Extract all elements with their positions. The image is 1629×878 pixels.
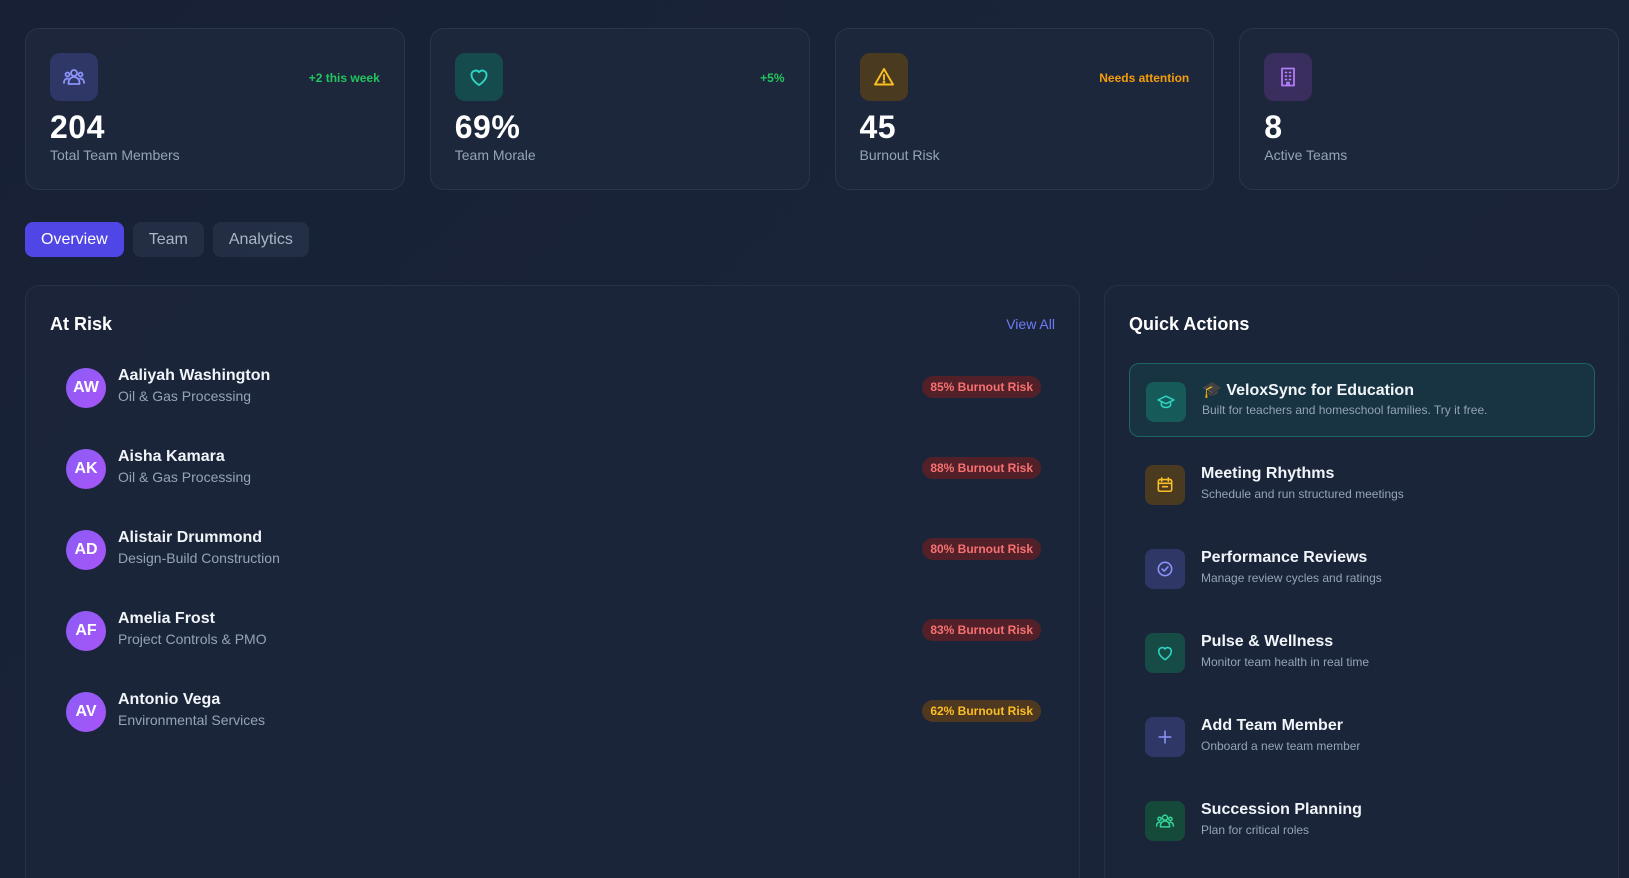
- person-department: Oil & Gas Processing: [118, 388, 252, 404]
- at-risk-panel: At Risk View All AW Aaliyah Washington O…: [25, 285, 1080, 878]
- stat-badge: +2 this week: [308, 71, 380, 85]
- stat-card-burnout-risk: Needs attention 45 Burnout Risk: [834, 28, 1215, 190]
- users-icon: [1145, 801, 1185, 841]
- person-name: Amelia Frost: [118, 610, 215, 627]
- view-all-link[interactable]: View All: [1006, 316, 1055, 332]
- stat-label: Total Team Members: [50, 147, 180, 163]
- at-risk-row[interactable]: AW Aaliyah Washington Oil & Gas Processi…: [66, 358, 1041, 418]
- quick-action-veloxsync-education[interactable]: 🎓 VeloxSync for Education Built for teac…: [1129, 363, 1595, 437]
- action-title: Meeting Rhythms: [1201, 465, 1335, 482]
- stat-card-total-members: +2 this week 204 Total Team Members: [25, 28, 405, 190]
- tab-overview[interactable]: Overview: [25, 222, 124, 257]
- avatar: AF: [66, 611, 106, 651]
- at-risk-row[interactable]: AD Alistair Drummond Design-Build Constr…: [66, 520, 1041, 580]
- building-icon: [1264, 53, 1313, 101]
- check-badge-icon: [1145, 549, 1185, 589]
- warning-icon: [859, 53, 908, 101]
- person-name: Alistair Drummond: [118, 529, 263, 546]
- stat-label: Active Teams: [1264, 147, 1348, 163]
- quick-action-succession-planning[interactable]: Succession Planning Plan for critical ro…: [1129, 783, 1595, 857]
- stat-value: 45: [859, 109, 897, 145]
- at-risk-row[interactable]: AV Antonio Vega Environmental Services 6…: [66, 682, 1041, 742]
- stat-label: Team Morale: [454, 147, 536, 163]
- burnout-risk-badge: 88% Burnout Risk: [922, 457, 1041, 479]
- at-risk-title: At Risk: [50, 314, 113, 334]
- quick-actions-panel: Quick Actions 🎓 VeloxSync for Education …: [1104, 285, 1619, 878]
- quick-action-meeting-rhythms[interactable]: Meeting Rhythms Schedule and run structu…: [1129, 447, 1595, 521]
- stat-label: Burnout Risk: [859, 147, 940, 163]
- avatar: AD: [66, 530, 106, 570]
- action-description: Monitor team health in real time: [1201, 655, 1370, 669]
- burnout-risk-badge: 80% Burnout Risk: [922, 538, 1041, 560]
- action-title: Add Team Member: [1201, 717, 1343, 734]
- avatar: AW: [66, 368, 106, 408]
- tab-bar: Overview Team Analytics: [25, 222, 309, 257]
- action-description: Manage review cycles and ratings: [1201, 571, 1382, 585]
- quick-action-performance-reviews[interactable]: Performance Reviews Manage review cycles…: [1129, 531, 1595, 605]
- stat-value: 204: [50, 109, 105, 145]
- users-icon: [50, 53, 98, 101]
- person-department: Design-Build Construction: [118, 550, 280, 566]
- at-risk-row[interactable]: AK Aisha Kamara Oil & Gas Processing 88%…: [66, 439, 1041, 499]
- burnout-risk-badge: 83% Burnout Risk: [922, 619, 1041, 641]
- at-risk-row[interactable]: AF Amelia Frost Project Controls & PMO 8…: [66, 601, 1041, 661]
- burnout-risk-badge: 62% Burnout Risk: [922, 700, 1041, 722]
- heart-icon: [454, 53, 503, 101]
- avatar: AK: [66, 449, 106, 489]
- action-description: Plan for critical roles: [1201, 823, 1310, 837]
- action-description: Onboard a new team member: [1201, 739, 1361, 753]
- quick-action-pulse-wellness[interactable]: Pulse & Wellness Monitor team health in …: [1129, 615, 1595, 689]
- action-title: 🎓 VeloxSync for Education: [1202, 382, 1414, 399]
- action-description: Schedule and run structured meetings: [1201, 487, 1404, 501]
- tab-team[interactable]: Team: [132, 222, 204, 257]
- quick-actions-title: Quick Actions: [1129, 314, 1250, 334]
- tab-analytics[interactable]: Analytics: [212, 222, 309, 257]
- action-title: Succession Planning: [1201, 801, 1362, 818]
- stat-value: 8: [1264, 109, 1283, 145]
- action-title: Pulse & Wellness: [1201, 633, 1334, 650]
- person-name: Aaliyah Washington: [118, 367, 271, 384]
- avatar: AV: [66, 692, 106, 732]
- quick-action-add-team-member[interactable]: Add Team Member Onboard a new team membe…: [1129, 699, 1595, 773]
- plus-icon: [1145, 717, 1185, 757]
- stat-badge: +5%: [760, 71, 785, 85]
- person-department: Project Controls & PMO: [118, 631, 267, 647]
- stat-card-active-teams: 8 Active Teams: [1239, 28, 1619, 190]
- person-name: Antonio Vega: [118, 691, 221, 708]
- action-title: Performance Reviews: [1201, 549, 1368, 566]
- stat-card-team-morale: +5% 69% Team Morale: [429, 28, 810, 190]
- person-department: Environmental Services: [118, 712, 266, 728]
- person-name: Aisha Kamara: [118, 448, 225, 465]
- stat-badge: Needs attention: [1099, 71, 1190, 85]
- graduation-cap-icon: [1146, 382, 1186, 422]
- stats-row: +2 this week 204 Total Team Members +5% …: [25, 28, 1619, 190]
- burnout-risk-badge: 85% Burnout Risk: [922, 376, 1041, 398]
- calendar-icon: [1145, 465, 1185, 505]
- action-description: Built for teachers and homeschool famili…: [1202, 403, 1488, 417]
- person-department: Oil & Gas Processing: [118, 469, 252, 485]
- stat-value: 69%: [454, 109, 521, 145]
- heart-icon: [1145, 633, 1185, 673]
